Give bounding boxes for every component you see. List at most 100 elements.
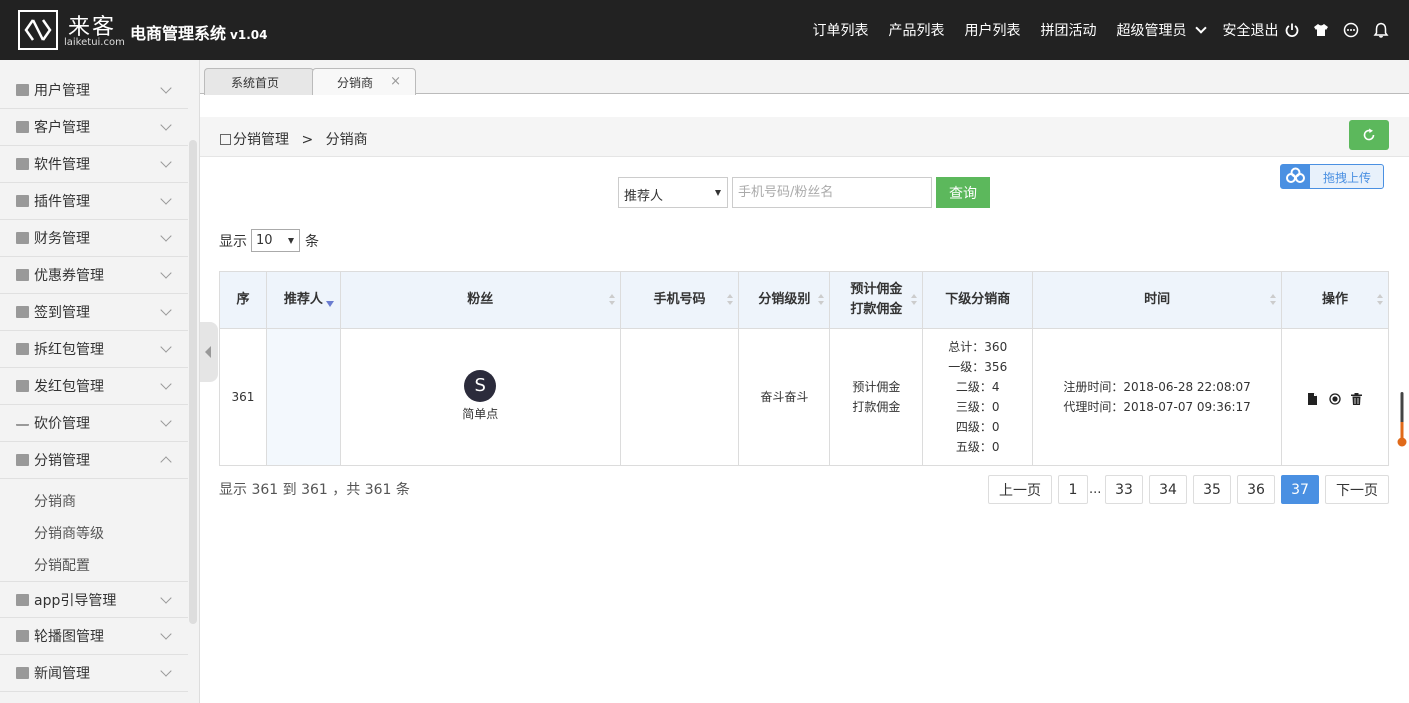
nav-user-list[interactable]: 用户列表 — [965, 20, 1021, 40]
book-icon — [220, 134, 231, 145]
breadcrumb-current: 分销商 — [325, 132, 368, 148]
sidebar-item-send-redpacket[interactable]: 发红包管理 — [0, 368, 188, 405]
avatar: S — [464, 370, 497, 402]
header-referrer[interactable]: 推荐人 — [265, 271, 341, 329]
header-level[interactable]: 分销级别 — [738, 271, 831, 329]
sidebar-item-checkin[interactable]: 签到管理 — [0, 294, 188, 331]
page-34[interactable]: 34 — [1149, 475, 1187, 504]
thermometer-icon[interactable] — [1397, 392, 1407, 448]
sidebar-scrollbar[interactable] — [189, 140, 197, 624]
tab-home[interactable]: 系统首页 — [204, 68, 314, 95]
bell-icon[interactable] — [1373, 22, 1389, 38]
search-type-select[interactable]: 推荐人 — [618, 177, 728, 208]
sidebar-item-coupon[interactable]: 优惠券管理 — [0, 257, 188, 294]
caret-down-icon — [715, 190, 721, 196]
header-fan[interactable]: 粉丝 — [339, 271, 621, 329]
chevron-down-icon — [160, 119, 172, 131]
chat-icon[interactable] — [1343, 22, 1359, 38]
chevron-down-icon — [160, 156, 172, 168]
sort-icon — [727, 294, 734, 306]
search-input[interactable] — [732, 177, 932, 208]
view-icon[interactable] — [1329, 391, 1342, 405]
chevron-down-icon — [1194, 22, 1207, 34]
page-37-active[interactable]: 37 — [1281, 475, 1319, 504]
page-33[interactable]: 33 — [1105, 475, 1143, 504]
nav-product-list[interactable]: 产品列表 — [889, 20, 945, 40]
page-1[interactable]: 1 — [1058, 475, 1088, 504]
sidebar-item-finance[interactable]: 财务管理 — [0, 220, 188, 257]
nav-order-list[interactable]: 订单列表 — [813, 20, 869, 40]
page-size-control: 显示 10 条 — [219, 229, 319, 252]
sidebar-item-carousel[interactable]: 轮播图管理 — [0, 618, 188, 655]
puzzle-icon — [16, 195, 29, 207]
breadcrumb-parent[interactable]: 分销管理 — [233, 132, 289, 148]
header-sub-distributors: 下级分销商 — [922, 271, 1034, 329]
table-row: 361 S 简单点 奋斗奋斗 预计佣金 打款佣金 总计：360 一级：356 二… — [219, 328, 1390, 466]
chevron-down-icon — [160, 230, 172, 242]
tshirt-icon[interactable] — [1313, 22, 1329, 38]
cell-level: 奋斗奋斗 — [738, 328, 831, 466]
sidebar-item-software[interactable]: 软件管理 — [0, 146, 188, 183]
sidebar-subitem-distributor-level[interactable]: 分销商等级 — [34, 523, 104, 543]
book-icon — [16, 454, 29, 466]
drag-upload-button[interactable]: 拖拽上传 — [1280, 164, 1384, 189]
chevron-down-icon — [160, 378, 172, 390]
chevron-down-icon — [160, 665, 172, 677]
sidebar-item-app-guide[interactable]: app引导管理 — [0, 581, 188, 618]
customer-icon — [16, 121, 29, 133]
logout-button[interactable]: 安全退出 — [1223, 20, 1299, 40]
page-35[interactable]: 35 — [1193, 475, 1231, 504]
chevron-up-icon — [160, 456, 172, 468]
trash-icon[interactable] — [1351, 391, 1363, 405]
header-commission[interactable]: 预计佣金 打款佣金 — [829, 271, 924, 329]
page-size-select[interactable]: 10 — [251, 229, 300, 252]
page-36[interactable]: 36 — [1237, 475, 1275, 504]
version-label: v1.04 — [230, 28, 268, 42]
distributor-table: 序 推荐人 粉丝 手机号码 分销级别 预计佣金 打款佣金 下级分销商 时间 操作 … — [219, 271, 1390, 466]
header-time[interactable]: 时间 — [1032, 271, 1282, 329]
sidebar-item-customer[interactable]: 客户管理 — [0, 109, 188, 146]
coupon-icon — [16, 269, 29, 281]
cell-actions — [1280, 328, 1390, 466]
table-header-row: 序 推荐人 粉丝 手机号码 分销级别 预计佣金 打款佣金 下级分销商 时间 操作 — [219, 271, 1390, 329]
chevron-left-icon — [205, 346, 211, 358]
cell-referrer — [265, 328, 341, 466]
system-title: 电商管理系统 v1.04 — [130, 24, 268, 43]
sidebar-item-plugin[interactable]: 插件管理 — [0, 183, 188, 220]
chevron-down-icon — [160, 415, 172, 427]
refresh-icon — [1363, 128, 1375, 141]
fan-name: 简单点 — [462, 407, 499, 421]
news-icon — [16, 667, 29, 679]
sidebar-item-distribution[interactable]: 分销管理 — [0, 442, 188, 479]
sidebar-subitem-distribution-config[interactable]: 分销配置 — [34, 555, 90, 575]
next-page-button[interactable]: 下一页 — [1325, 475, 1389, 504]
image-icon — [16, 593, 29, 606]
table-info: 显示 361 到 361 ，共 361 条 — [219, 482, 410, 498]
file-icon[interactable] — [1307, 391, 1318, 405]
refresh-button[interactable] — [1349, 120, 1389, 150]
sidebar-subitem-distributor[interactable]: 分销商 — [34, 491, 76, 511]
tab-distributor[interactable]: 分销商 × — [312, 68, 416, 95]
admin-dropdown[interactable]: 超级管理员 — [1117, 20, 1207, 40]
header-phone[interactable]: 手机号码 — [619, 271, 740, 329]
top-bar: 来客 laiketui.com 电商管理系统 v1.04 订单列表 产品列表 用户… — [0, 0, 1409, 60]
top-nav: 订单列表 产品列表 用户列表 拼团活动 超级管理员 安全退出 — [813, 0, 1409, 60]
caret-down-icon — [288, 238, 294, 244]
tab-bar: 系统首页 分销商 × — [200, 60, 1409, 95]
prev-page-button[interactable]: 上一页 — [988, 475, 1052, 504]
sidebar-item-news[interactable]: 新闻管理 — [0, 655, 188, 692]
sidebar-collapse-toggle[interactable] — [200, 322, 218, 382]
sort-icon — [1377, 294, 1383, 306]
power-icon — [1285, 23, 1299, 37]
cloud-icon — [1281, 165, 1310, 188]
chevron-down-icon — [160, 592, 172, 604]
header-actions[interactable]: 操作 — [1280, 271, 1390, 329]
sidebar-item-bargain[interactable]: 砍价管理 — [0, 405, 188, 442]
header-seq[interactable]: 序 — [219, 271, 267, 329]
close-icon[interactable]: × — [390, 74, 401, 89]
redpacket-icon — [16, 380, 29, 392]
nav-group-activity[interactable]: 拼团活动 — [1041, 20, 1097, 40]
query-button[interactable]: 查询 — [936, 177, 990, 208]
sidebar-item-user[interactable]: 用户管理 — [0, 72, 188, 109]
sidebar-item-open-redpacket[interactable]: 拆红包管理 — [0, 331, 188, 368]
